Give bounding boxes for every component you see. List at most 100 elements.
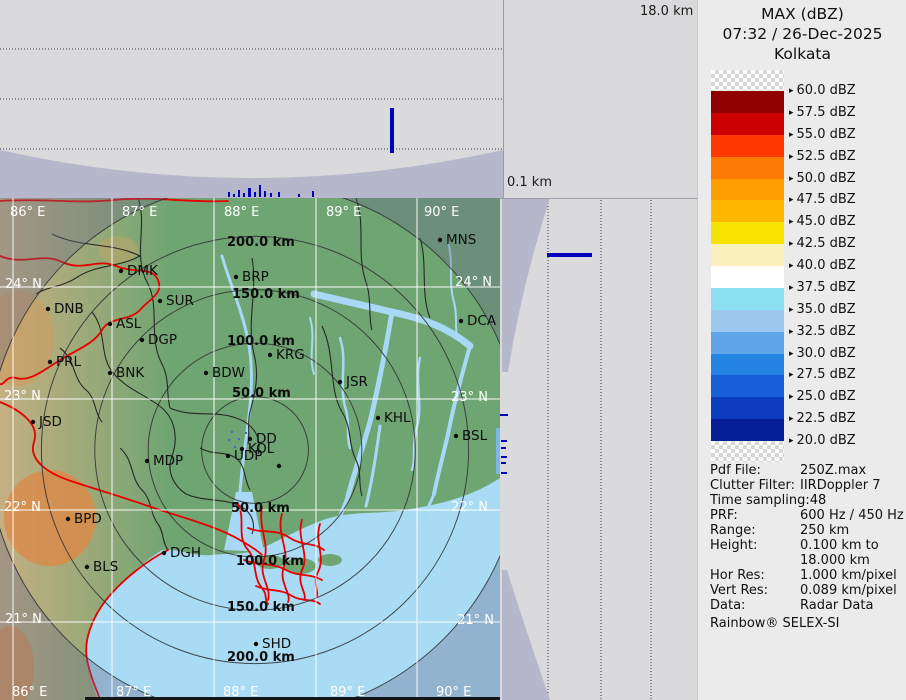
metadata-label: Time sampling:: [710, 493, 810, 508]
no-data-mask-right-bottom: [502, 570, 550, 700]
radar-map-panel[interactable]: 86° E87° E88° E89° E90° E86° E87° E88° E…: [0, 198, 500, 700]
echo-bar: [248, 188, 251, 197]
scale-tick-arrow-icon: ▸: [789, 174, 794, 184]
dbz-scale-label: ▸35.0 dBZ: [789, 302, 856, 317]
metadata-row: Height:0.100 km to: [710, 538, 906, 553]
dbz-scale-label: ▸37.5 dBZ: [789, 280, 856, 295]
scale-color-block: [711, 332, 784, 354]
city-dot: [46, 307, 50, 311]
metadata-value: 48: [810, 493, 827, 508]
graticule-label: 87° E: [116, 685, 151, 700]
scale-color-block: [711, 222, 784, 244]
right-cross-section-panel: [500, 198, 697, 700]
city-label: KRG: [276, 347, 305, 363]
scale-checker-bottom: [711, 441, 784, 462]
city-dot: [338, 380, 342, 384]
scale-color-block: [711, 375, 784, 397]
city-dot: [108, 322, 112, 326]
metadata-label: PRF:: [710, 508, 738, 523]
city-dot: [48, 360, 52, 364]
dbz-scale-label: ▸60.0 dBZ: [789, 83, 856, 98]
graticule-label: 88° E: [223, 685, 258, 700]
radar-map[interactable]: 86° E87° E88° E89° E90° E86° E87° E88° E…: [0, 198, 500, 700]
dbz-scale-label: ▸22.5 dBZ: [789, 411, 856, 426]
scale-tick-arrow-icon: ▸: [789, 130, 794, 140]
scale-color-block: [711, 113, 784, 135]
metadata-row: Clutter Filter: IIRDoppler 7: [710, 478, 906, 493]
city-dot: [234, 275, 238, 279]
scale-color-block: [711, 179, 784, 201]
graticule-label: 24° N: [455, 275, 492, 290]
scale-tick-arrow-icon: ▸: [789, 108, 794, 118]
dbz-scale-label: ▸50.0 dBZ: [789, 171, 856, 186]
metadata-row: Time sampling:48: [710, 493, 906, 508]
legend-panel: MAX (dBZ) 07:32 / 26-Dec-2025 Kolkata ▸6…: [697, 0, 906, 700]
scale-checker-top: [711, 70, 784, 91]
echo-bar: [254, 192, 256, 197]
graticule-label: 89° E: [330, 685, 365, 700]
city-label: DCA: [467, 313, 497, 329]
metadata-label: Vert Res:: [710, 583, 768, 598]
scale-color-block: [711, 419, 784, 441]
graticule-label: 23° N: [451, 390, 488, 405]
city-label: PRL: [56, 354, 82, 370]
metadata-row: Data:Radar Data: [710, 598, 906, 613]
dbz-scale-label: ▸40.0 dBZ: [789, 258, 856, 273]
city-label: JSR: [345, 374, 368, 390]
metadata-label: Clutter Filter:: [710, 478, 795, 493]
metadata-value: 600 Hz / 450 Hz: [800, 508, 904, 523]
dbz-scale-label: ▸20.0 dBZ: [789, 433, 856, 448]
city-label: SHD: [262, 636, 291, 652]
graticule-label: 90° E: [424, 205, 459, 220]
city-label: BLS: [93, 559, 118, 575]
height-axis-max-label: 18.0 km: [640, 4, 693, 19]
metadata-label: Pdf File:: [710, 463, 761, 478]
scale-color-block: [711, 200, 784, 222]
scale-color-block: [711, 266, 784, 288]
city-dot: [158, 299, 162, 303]
graticule-label: 22° N: [4, 500, 41, 515]
no-data-mask-top: [0, 150, 503, 198]
city-dot: [162, 551, 166, 555]
dbz-scale-label: ▸30.0 dBZ: [789, 346, 856, 361]
city-label: DGP: [148, 332, 177, 348]
scale-tick-arrow-icon: ▸: [789, 392, 794, 402]
city-dot: [454, 434, 458, 438]
metadata-row: Pdf File: 250Z.max: [710, 463, 906, 478]
scale-tick-arrow-icon: ▸: [789, 436, 794, 446]
dbz-scale-label: ▸47.5 dBZ: [789, 192, 856, 207]
city-dot: [268, 353, 272, 357]
metadata-row: PRF: 600 Hz / 450 Hz: [710, 508, 906, 523]
city-label: BDW: [212, 365, 245, 381]
echo-bar: [228, 192, 230, 197]
metadata-value: IIRDoppler 7: [800, 478, 881, 493]
range-ring-label: 150.0 km: [232, 287, 300, 302]
right-cross-section-canvas: [500, 198, 697, 700]
graticule-label: 89° E: [326, 205, 361, 220]
city-dot: [438, 238, 442, 242]
metadata-label: Data:: [710, 598, 745, 613]
radar-display-window: 18.0 km 0.1 km: [0, 0, 906, 700]
echo-bar: [312, 191, 314, 197]
echo-bar: [501, 472, 507, 474]
range-ring-label: 150.0 km: [227, 600, 295, 615]
dbz-scale-label: ▸42.5 dBZ: [789, 236, 856, 251]
city-label: MNS: [446, 232, 476, 248]
echo-bar: [501, 462, 506, 464]
metadata-value: 250Z.max: [800, 463, 866, 478]
range-ring-label: 200.0 km: [227, 650, 295, 665]
graticule-label: 24° N: [5, 277, 42, 292]
metadata-value: 0.089 km/pixel: [800, 583, 897, 598]
echo-bar: [501, 447, 506, 449]
top-cross-section-canvas: [0, 0, 697, 198]
scale-tick-arrow-icon: ▸: [789, 86, 794, 96]
scale-tick-arrow-icon: ▸: [789, 195, 794, 205]
echo-bar: [298, 194, 300, 197]
echo-bar: [501, 456, 507, 458]
dbz-scale-label: ▸57.5 dBZ: [789, 105, 856, 120]
echo-bar: [270, 193, 272, 197]
city-label: DNB: [54, 301, 84, 317]
echo-bar: [264, 191, 266, 197]
scale-tick-arrow-icon: ▸: [789, 414, 794, 424]
city-label: JSD: [38, 414, 62, 430]
